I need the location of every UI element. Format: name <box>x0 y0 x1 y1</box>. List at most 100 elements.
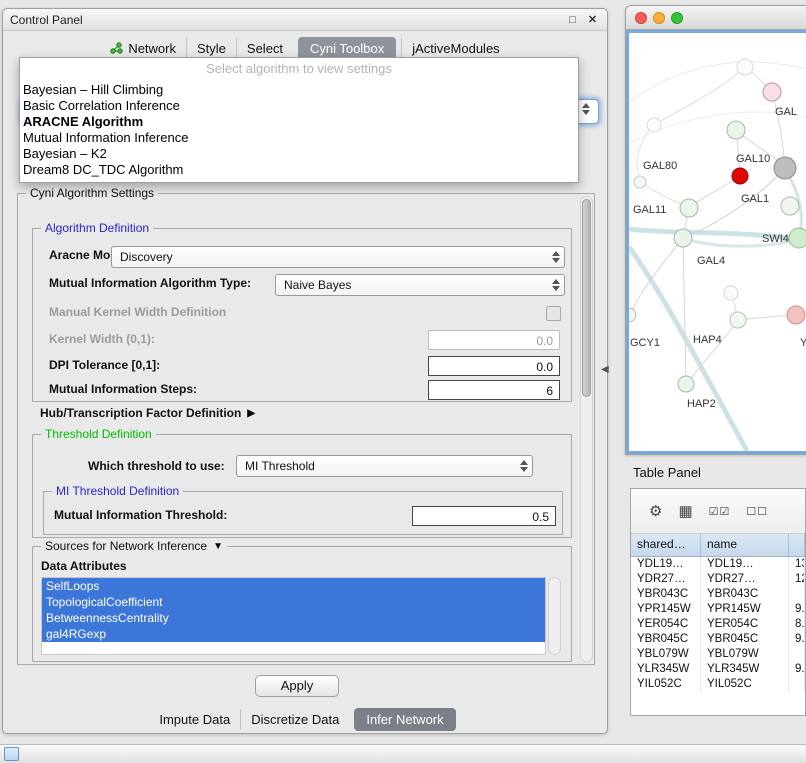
mi-algorithm-type-label: Mutual Information Algorithm Type: <box>49 276 251 290</box>
network-node[interactable] <box>774 157 796 179</box>
gear-icon[interactable]: ⚙ <box>649 502 662 520</box>
table-cell: 12 <box>789 572 805 587</box>
table-cell: 9. <box>789 632 805 647</box>
network-node[interactable] <box>674 229 692 247</box>
close-window-icon[interactable]: ✕ <box>585 13 600 26</box>
table-cell: YBR045C <box>631 632 701 647</box>
algorithm-option[interactable]: Mutual Information Inference <box>20 130 578 146</box>
close-traffic-light[interactable] <box>635 12 647 24</box>
column-header[interactable]: shared… <box>631 534 701 556</box>
dpi-tolerance-field[interactable]: 0.0 <box>428 356 560 376</box>
attribute-item[interactable]: BetweennessCentrality <box>42 610 545 626</box>
tab-impute-data[interactable]: Impute Data <box>149 709 240 730</box>
cyni-algorithm-settings-group: Cyni Algorithm Settings Algorithm Defini… <box>17 193 595 665</box>
table-row[interactable]: YIL052CYIL052C <box>631 677 805 692</box>
algorithm-option[interactable]: ARACNE Algorithm <box>20 114 578 130</box>
tab-jactivemodules-label: jActiveModules <box>412 41 499 56</box>
bottom-tab-bar: Impute Data Discretize Data Infer Networ… <box>3 707 607 732</box>
mi-steps-field[interactable]: 6 <box>428 380 560 400</box>
network-node[interactable] <box>680 199 698 217</box>
tab-select[interactable]: Select <box>236 38 293 59</box>
columns-icon[interactable]: ▦ <box>678 502 692 520</box>
tab-discretize-data[interactable]: Discretize Data <box>240 709 349 730</box>
restore-panel-icon[interactable] <box>4 747 19 761</box>
mi-threshold-field[interactable]: 0.5 <box>412 506 556 526</box>
deselect-all-icon[interactable]: ☐☐ <box>746 505 768 518</box>
attribute-item[interactable]: SelfLoops <box>42 578 545 594</box>
network-node[interactable] <box>634 176 646 188</box>
algorithm-option[interactable]: Bayesian – K2 <box>20 146 578 162</box>
node-label: Y <box>800 337 806 349</box>
algorithm-option[interactable]: Bayesian – Hill Climbing <box>20 82 578 98</box>
network-node[interactable] <box>727 121 745 139</box>
select-all-icon[interactable]: ☑☑ <box>709 505 731 518</box>
column-header[interactable]: name <box>701 534 789 556</box>
panel-collapse-arrow[interactable]: ◀ <box>601 364 609 375</box>
network-icon <box>110 42 123 54</box>
tab-network-label: Network <box>128 41 176 56</box>
tab-style[interactable]: Style <box>186 38 236 59</box>
minimize-traffic-light[interactable] <box>653 12 665 24</box>
data-attributes-list[interactable]: SelfLoopsTopologicalCoefficientBetweenne… <box>41 577 546 655</box>
float-window-icon[interactable]: □ <box>565 14 580 26</box>
table-row[interactable]: YDL19…YDL19…13 <box>631 557 805 572</box>
column-header[interactable] <box>789 534 805 556</box>
attribute-item[interactable]: TopologicalCoefficient <box>42 594 545 610</box>
mi-algorithm-type-combo[interactable]: Naive Bayes <box>275 274 565 296</box>
table-row[interactable]: YER054CYER054C8. <box>631 617 805 632</box>
table-row[interactable]: YPR145WYPR145W9. <box>631 602 805 617</box>
which-threshold-combo[interactable]: MI Threshold <box>236 455 533 477</box>
node-label: SWI4 <box>762 233 789 245</box>
manual-kernel-width-checkbox[interactable] <box>546 306 561 321</box>
network-node[interactable] <box>732 168 748 184</box>
table-row[interactable]: YBR043CYBR043C <box>631 587 805 602</box>
data-attributes-label: Data Attributes <box>41 559 127 573</box>
settings-scrollbar-thumb[interactable] <box>582 199 591 397</box>
tab-network[interactable]: Network <box>100 38 186 59</box>
settings-scrollbar[interactable] <box>580 196 593 662</box>
node-label: HAP2 <box>687 398 716 410</box>
collapse-down-icon: ▼ <box>213 541 223 552</box>
network-node[interactable] <box>763 83 781 101</box>
tab-discretize-data-label: Discretize Data <box>251 712 339 727</box>
tab-infer-network[interactable]: Infer Network <box>354 708 455 731</box>
network-node[interactable] <box>678 376 694 392</box>
table-row[interactable]: YLR345WYLR345W9. <box>631 662 805 677</box>
algorithm-option[interactable]: Basic Correlation Inference <box>20 98 578 114</box>
tab-jactivemodules[interactable]: jActiveModules <box>401 38 509 59</box>
apply-button[interactable]: Apply <box>255 675 339 697</box>
sources-group-title-row[interactable]: Sources for Network Inference ▼ <box>41 539 227 553</box>
table-row[interactable]: YBL079WYBL079W <box>631 647 805 662</box>
algorithm-option[interactable]: Dream8 DC_TDC Algorithm <box>20 162 578 178</box>
attribute-item[interactable]: gal4RGexp <box>42 626 545 642</box>
zoom-traffic-light[interactable] <box>671 12 683 24</box>
table-row[interactable]: YBR045CYBR045C9. <box>631 632 805 647</box>
combo-arrows-icon <box>516 460 532 472</box>
dpi-tolerance-label: DPI Tolerance [0,1]: <box>49 358 160 372</box>
network-node[interactable] <box>789 228 806 248</box>
network-node[interactable] <box>737 59 753 75</box>
kernel-width-field[interactable]: 0.0 <box>428 330 560 350</box>
network-node[interactable] <box>647 118 661 132</box>
mi-threshold-definition-title: MI Threshold Definition <box>52 484 183 498</box>
node-label: GAL1 <box>741 193 769 205</box>
table-cell: 9. <box>789 602 805 617</box>
network-node[interactable] <box>787 306 805 324</box>
tab-cyni-toolbox-label: Cyni Toolbox <box>310 41 384 56</box>
table-row[interactable]: YDR27…YDR27…12 <box>631 572 805 587</box>
attributes-scrollbar[interactable] <box>548 577 561 655</box>
window-title: Control Panel <box>10 13 83 27</box>
aracne-mode-combo[interactable]: Discovery <box>111 246 565 268</box>
control-panel-titlebar: Control Panel □ ✕ <box>3 9 607 31</box>
hub-section-toggle[interactable]: Hub/Transcription Factor Definition ▶ <box>40 406 255 420</box>
node-label: GAL80 <box>643 160 677 172</box>
table-cell: YPR145W <box>701 602 789 617</box>
network-canvas[interactable]: GALGAL80GAL10GAL11GAL1SWI4GAL4GCY1HAP4YH… <box>629 33 806 451</box>
table-cell: 13 <box>789 557 805 572</box>
network-node[interactable] <box>730 312 746 328</box>
mi-steps-label: Mutual Information Steps: <box>49 382 197 396</box>
network-node[interactable] <box>629 308 636 322</box>
network-node[interactable] <box>724 286 738 300</box>
network-node[interactable] <box>781 197 799 215</box>
dropdown-placeholder: Select algorithm to view settings <box>20 61 578 77</box>
